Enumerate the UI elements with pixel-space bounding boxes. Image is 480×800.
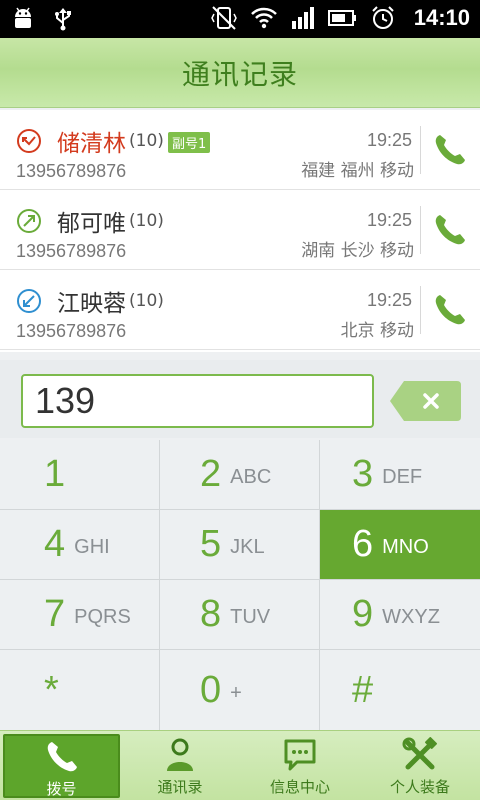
outgoing-call-icon <box>17 209 41 233</box>
nav-personal-gear[interactable]: 个人装备 <box>360 731 480 800</box>
tools-icon <box>402 737 437 770</box>
nav-messages[interactable]: 信息中心 <box>240 731 360 800</box>
contacts-icon <box>167 738 193 771</box>
call-time: 19:25 <box>366 290 412 310</box>
key-digit: 9 <box>352 593 374 635</box>
contact-name: 江映蓉 <box>57 291 126 317</box>
key-letters: + <box>230 681 242 704</box>
key-digit: # <box>352 668 374 711</box>
key-hash[interactable]: # <box>320 650 480 730</box>
key-6[interactable]: 6 MNO <box>320 510 480 580</box>
call-location: 湖南 长沙 移动 <box>301 241 414 261</box>
call-location: 福建 福州 移动 <box>301 161 414 181</box>
signal-icon <box>291 7 314 29</box>
key-letters: ABC <box>230 466 272 488</box>
call-log-row[interactable]: 江映蓉 (10) 13956789876 19:25 北京 移动 <box>0 270 480 350</box>
nav-contacts[interactable]: 通讯录 <box>120 731 240 800</box>
backspace-button[interactable] <box>390 381 461 421</box>
dial-number-input[interactable]: 139 <box>21 374 374 428</box>
key-4[interactable]: 4 GHI <box>0 510 160 580</box>
nav-label: 拨号 <box>46 780 77 798</box>
phone-icon <box>435 295 465 325</box>
key-5[interactable]: 5 JKL <box>160 510 320 580</box>
phone-number: 13956789876 <box>16 161 127 181</box>
key-letters: MNO <box>382 536 429 558</box>
divider <box>420 206 421 254</box>
key-3[interactable]: 3 DEF <box>320 440 480 510</box>
contact-name: 储清林 <box>57 131 126 157</box>
key-digit: 4 <box>44 523 66 565</box>
call-log-list: 储清林 (10) 副号1 13956789876 19:25 福建 福州 移动 … <box>0 110 480 352</box>
nav-label: 通讯录 <box>157 778 203 796</box>
page-title: 通讯记录 <box>181 57 298 91</box>
key-8[interactable]: 8 TUV <box>160 580 320 650</box>
status-time: 14:10 <box>413 5 470 30</box>
key-0[interactable]: 0 + <box>160 650 320 730</box>
key-digit: 6 <box>352 523 374 565</box>
call-button[interactable] <box>430 210 470 250</box>
key-letters: GHI <box>74 536 110 558</box>
call-count: (10) <box>129 131 164 151</box>
key-digit: 2 <box>200 453 222 495</box>
sub-number-badge: 副号1 <box>168 132 211 153</box>
status-right-icons: 14:10 <box>210 4 470 32</box>
call-button[interactable] <box>430 290 470 330</box>
missed-call-icon <box>17 129 41 153</box>
dial-keypad: 1 2 ABC 3 DEF 4 GHI 5 JKL 6 MNO 7 PQRS 8… <box>0 440 480 730</box>
key-digit: 7 <box>44 593 66 635</box>
key-7[interactable]: 7 PQRS <box>0 580 160 650</box>
key-9[interactable]: 9 WXYZ <box>320 580 480 650</box>
divider <box>420 126 421 174</box>
incoming-call-icon <box>17 289 41 313</box>
call-time: 19:25 <box>366 130 412 150</box>
android-icon <box>15 7 31 28</box>
key-digit: 1 <box>44 453 66 495</box>
key-digit: 0 <box>200 668 222 711</box>
key-digit: 5 <box>200 523 222 565</box>
key-digit: * <box>44 668 59 711</box>
phone-icon <box>47 742 77 772</box>
phone-number: 13956789876 <box>16 321 127 341</box>
battery-icon <box>327 10 356 26</box>
contact-name: 郁可唯 <box>57 211 126 237</box>
message-icon <box>284 739 316 771</box>
key-letters: JKL <box>230 536 265 558</box>
call-log-row[interactable]: 郁可唯 (10) 13956789876 19:25 湖南 长沙 移动 <box>0 190 480 270</box>
dial-input-area: 139 <box>0 360 480 438</box>
call-button[interactable] <box>430 130 470 170</box>
phone-number: 13956789876 <box>16 241 127 261</box>
bottom-nav: 拨号 通讯录 信息中心 个人装备 <box>0 730 480 800</box>
nav-label: 个人装备 <box>389 778 450 796</box>
divider <box>420 286 421 334</box>
key-digit: 3 <box>352 453 374 495</box>
status-bar: 14:10 <box>0 0 480 38</box>
key-star[interactable]: * <box>0 650 160 730</box>
nav-label: 信息中心 <box>269 778 330 796</box>
call-log-row[interactable]: 储清林 (10) 副号1 13956789876 19:25 福建 福州 移动 <box>0 110 480 190</box>
call-location: 北京 移动 <box>340 321 414 341</box>
phone-icon <box>435 135 465 165</box>
call-time: 19:25 <box>366 210 412 230</box>
key-1[interactable]: 1 <box>0 440 160 510</box>
key-letters: PQRS <box>74 606 131 628</box>
status-left-icons <box>12 6 74 32</box>
nav-dial[interactable]: 拨号 <box>3 734 120 798</box>
key-digit: 8 <box>200 593 222 635</box>
key-2[interactable]: 2 ABC <box>160 440 320 510</box>
key-letters: DEF <box>382 466 423 488</box>
call-count: (10) <box>129 211 164 231</box>
key-letters: TUV <box>230 606 271 628</box>
key-letters: WXYZ <box>382 606 440 628</box>
wifi-icon <box>250 7 277 29</box>
alarm-icon <box>372 6 394 29</box>
usb-icon <box>55 8 71 31</box>
call-count: (10) <box>129 291 164 311</box>
vibrate-off-icon <box>210 6 237 30</box>
phone-icon <box>435 215 465 245</box>
title-bar: 通讯记录 <box>0 38 480 108</box>
